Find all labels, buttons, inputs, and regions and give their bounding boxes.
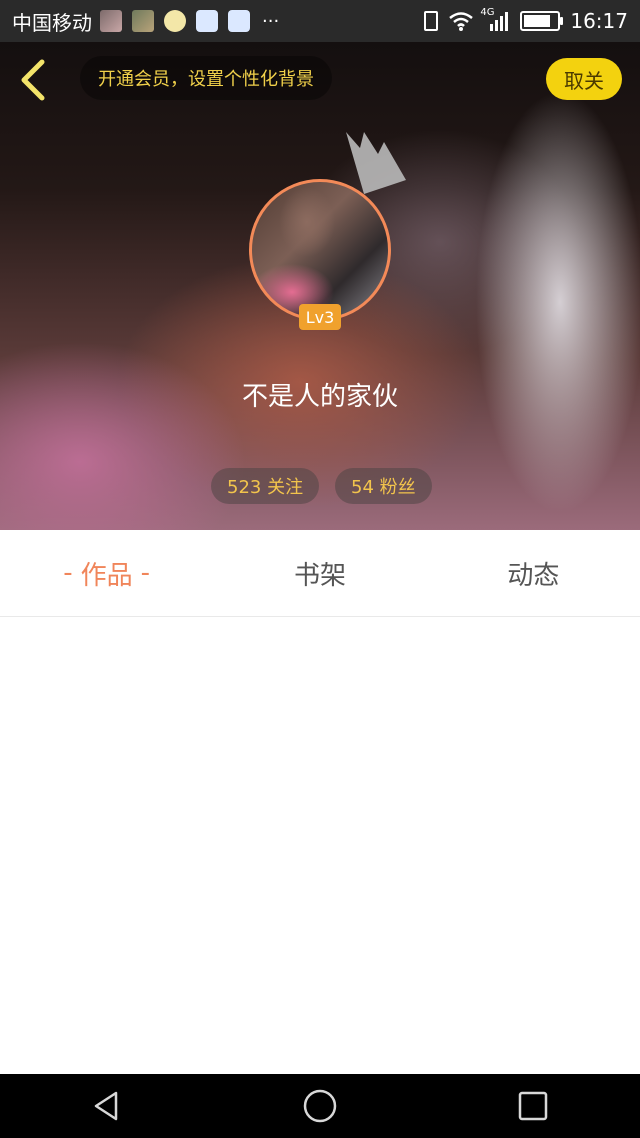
tab-content-area [0, 617, 640, 1074]
wifi-icon [448, 10, 474, 32]
nav-recent-button[interactable] [513, 1086, 553, 1126]
tab-label: 书架 [293, 560, 346, 591]
photo-thumbnail-icon [132, 10, 154, 32]
tab-activity[interactable]: 动态 [427, 530, 640, 616]
level-badge: Lv3 [299, 304, 341, 330]
triangle-back-icon [94, 1091, 117, 1121]
tab-label: 动态 [507, 560, 560, 591]
status-right: 4G 16:17 [424, 0, 628, 42]
paw-app-icon [228, 10, 250, 32]
user-nickname: 不是人的家伙 [241, 382, 398, 412]
nav-home-button[interactable] [300, 1086, 340, 1126]
tab-label: 作品 [80, 560, 133, 591]
avatar[interactable] [249, 179, 391, 321]
circle-home-icon [303, 1089, 337, 1123]
chat-app-icon [164, 10, 186, 32]
paw-app-icon [196, 10, 218, 32]
system-nav-bar [0, 1074, 640, 1138]
fans-count: 54 粉丝 [351, 477, 416, 498]
battery-icon [520, 11, 564, 31]
tab-bookshelf[interactable]: 书架 [213, 530, 426, 616]
photo-thumbnail-icon [100, 10, 122, 32]
profile-header: 开通会员，设置个性化背景 取关 Lv3 不是人的家伙 523 关注 54 粉丝 [0, 42, 640, 530]
profile-tabs: - 作品 - 书架 动态 [0, 530, 640, 617]
unfollow-label: 取关 [564, 68, 604, 93]
unfollow-button[interactable]: 取关 [546, 58, 622, 100]
more-notifications-icon: ··· [262, 10, 280, 32]
square-recent-icon [519, 1091, 548, 1121]
vip-promo-banner[interactable]: 开通会员，设置个性化背景 [80, 56, 332, 100]
tab-indicator-left: - [63, 558, 73, 588]
fans-count-button[interactable]: 54 粉丝 [335, 468, 432, 504]
following-count: 523 关注 [227, 477, 304, 498]
status-bar: 中国移动 ··· 4G 16:17 [0, 0, 640, 42]
promo-text: 开通会员，设置个性化背景 [98, 69, 314, 90]
clock: 16:17 [570, 9, 628, 33]
tab-indicator-right: - [140, 558, 151, 588]
network-type: 4G [480, 7, 495, 18]
notification-icons: ··· [100, 10, 289, 32]
following-count-button[interactable]: 523 关注 [211, 468, 320, 504]
back-button[interactable] [14, 56, 54, 104]
chevron-left-icon [21, 59, 45, 101]
nav-back-button[interactable] [87, 1086, 127, 1126]
tab-works[interactable]: - 作品 - [0, 530, 213, 616]
signal-icon: 4G [480, 7, 510, 32]
vibrate-icon [424, 11, 439, 31]
carrier-name: 中国移动 [12, 10, 92, 35]
